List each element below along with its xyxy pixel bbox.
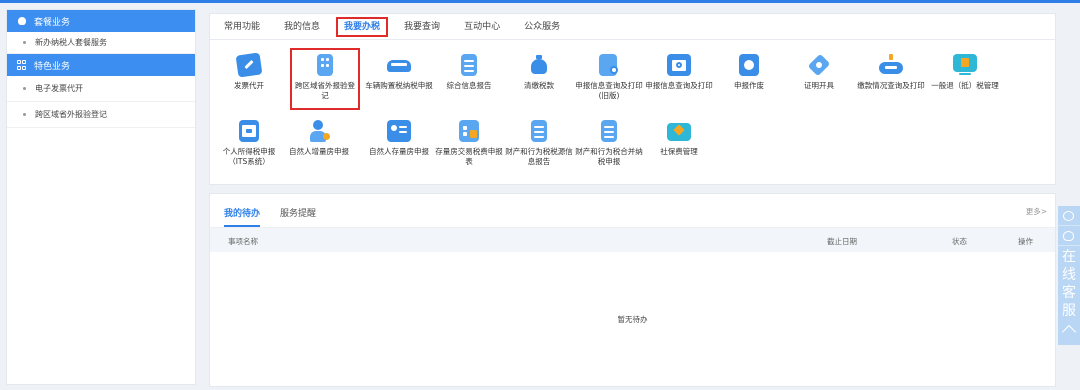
func-invoice-issue[interactable]: 发票代开: [214, 52, 284, 91]
todo-table-header: 事项名称 截止日期 状态 操作: [210, 228, 1055, 252]
sidebar-item-e-invoice[interactable]: 电子发票代开: [7, 76, 195, 102]
report-search-icon: [597, 54, 621, 76]
func-label: 发票代开: [234, 81, 264, 90]
back-to-top-icon[interactable]: [1058, 320, 1080, 338]
main-tabs: 常用功能 我的信息 我要办税 我要查询 互动中心 公众服务: [210, 14, 1055, 40]
func-social-security[interactable]: 社保费管理: [644, 120, 714, 157]
func-payment-query[interactable]: 缴款情况查询及打印: [856, 54, 926, 91]
func-label: 证明开具: [804, 81, 834, 90]
func-property-source[interactable]: 财产和行为税税源信息报告: [504, 120, 574, 167]
cancel-icon: [737, 54, 761, 76]
func-report-cancel[interactable]: 申报作废: [714, 54, 784, 91]
func-label: 跨区域省外报验登记: [295, 81, 355, 100]
todo-tabs: 我的待办 服务提醒 更多>: [210, 194, 1055, 228]
column-header-deadline: 截止日期: [827, 237, 857, 246]
func-label: 财产和行为税合并纳税申报: [575, 147, 643, 166]
func-info-report[interactable]: 综合信息报告: [434, 54, 504, 91]
sidebar-header-special[interactable]: 特色业务: [7, 54, 195, 76]
func-label: 一般退（抵）税管理: [931, 81, 999, 90]
social-security-icon: [667, 120, 691, 142]
todo-panel: 我的待办 服务提醒 更多> 事项名称 截止日期 状态 操作 暂无待办: [209, 193, 1056, 387]
func-label: 申报作废: [734, 81, 764, 90]
func-label: 存量房交易税费申报表: [435, 147, 503, 166]
column-header-status: 状态: [952, 237, 967, 246]
sidebar-item-label: 电子发票代开: [35, 84, 83, 93]
house-tax-icon: [457, 120, 481, 142]
func-label: 车辆购置税纳税申报: [365, 81, 433, 90]
print-search-icon: [667, 54, 691, 76]
func-certificate[interactable]: 证明开具: [784, 53, 854, 91]
tab-my-info[interactable]: 我的信息: [284, 14, 320, 40]
empty-state-text: 暂无待办: [617, 315, 648, 324]
func-incremental-house[interactable]: 自然人增量房申报: [284, 120, 354, 157]
tab-my-todo[interactable]: 我的待办: [224, 206, 261, 227]
sidebar-header-label: 套餐业务: [34, 17, 71, 28]
tab-common[interactable]: 常用功能: [224, 14, 260, 40]
func-label: 综合信息报告: [446, 81, 492, 90]
bullet-icon: [23, 113, 26, 116]
tab-public-service[interactable]: 公众服务: [524, 14, 560, 40]
refund-icon: [953, 54, 977, 76]
func-label: 申报信息查询及打印: [645, 81, 713, 90]
func-label: 财产和行为税税源信息报告: [505, 147, 573, 166]
column-header-name: 事项名称: [228, 237, 258, 246]
func-refund-management[interactable]: 一般退（抵）税管理: [930, 54, 1000, 91]
func-cross-region-registration[interactable]: 跨区域省外报验登记: [290, 48, 360, 110]
function-panel: 常用功能 我的信息 我要办税 我要查询 互动中心 公众服务 发票代开 跨区域省外…: [209, 13, 1056, 185]
grid-icon: [17, 60, 27, 70]
chat-icon[interactable]: [1058, 206, 1080, 226]
sidebar-header-package[interactable]: 套餐业务: [7, 10, 195, 32]
func-label: 申报信息查询及打印(旧版): [575, 81, 643, 100]
func-label: 清缴税款: [524, 81, 554, 90]
tab-interaction[interactable]: 互动中心: [464, 14, 500, 40]
tax-icon: [237, 120, 261, 142]
payment-query-icon: [879, 54, 903, 76]
func-report-query[interactable]: 申报信息查询及打印: [644, 54, 714, 91]
online-service-text: 在线客服: [1062, 249, 1076, 319]
func-stock-house[interactable]: 自然人存量房申报: [364, 120, 434, 157]
func-its-declaration[interactable]: 个人所得税申报（ITS系统）: [214, 120, 284, 167]
func-label: 自然人存量房申报: [369, 147, 429, 156]
func-label: 社保费管理: [660, 147, 698, 156]
layers-icon: [17, 16, 27, 26]
sidebar-item-cross-region[interactable]: 跨区域省外报验登记: [7, 102, 195, 128]
func-tax-payment[interactable]: 清缴税款: [504, 54, 574, 91]
online-service-label[interactable]: 在线客服: [1058, 246, 1080, 320]
tab-tax-handling[interactable]: 我要办税: [336, 16, 389, 37]
property-source-icon: [527, 120, 551, 142]
more-link[interactable]: 更多>: [1026, 206, 1047, 217]
tab-service-reminder[interactable]: 服务提醒: [280, 206, 316, 227]
func-label: 缴款情况查询及打印: [857, 81, 925, 90]
func-vehicle-tax[interactable]: 车辆购置税纳税申报: [364, 54, 434, 91]
sidebar-item-label: 跨区域省外报验登记: [35, 110, 107, 119]
property-merge-icon: [597, 120, 621, 142]
func-report-query-old[interactable]: 申报信息查询及打印(旧版): [574, 54, 644, 101]
sidebar-item-new-taxpayer[interactable]: 新办纳税人套餐服务: [7, 32, 195, 54]
func-label: 自然人增量房申报: [289, 147, 349, 156]
func-house-transaction[interactable]: 存量房交易税费申报表: [434, 120, 504, 167]
sidebar: 套餐业务 新办纳税人套餐服务 特色业务 电子发票代开 跨区域省外报验登记: [6, 9, 196, 385]
building-icon: [313, 54, 337, 76]
sidebar-item-label: 新办纳税人套餐服务: [35, 38, 107, 47]
func-label: 个人所得税申报（ITS系统）: [222, 147, 276, 166]
online-service-bar[interactable]: 在线客服: [1058, 206, 1080, 345]
bullet-icon: [23, 41, 26, 44]
sidebar-header-label: 特色业务: [34, 61, 71, 72]
bullet-icon: [23, 87, 26, 90]
car-icon: [387, 54, 411, 76]
tab-query[interactable]: 我要查询: [404, 14, 440, 40]
column-header-action: 操作: [1018, 237, 1033, 246]
person-card-icon: [387, 120, 411, 142]
func-property-merge[interactable]: 财产和行为税合并纳税申报: [574, 120, 644, 167]
document-icon: [457, 54, 481, 76]
certificate-icon: [807, 53, 831, 77]
person-add-icon: [307, 120, 331, 142]
top-accent-line: [0, 0, 1080, 3]
money-bag-icon: [527, 54, 551, 76]
edit-icon: [235, 52, 263, 78]
weibo-icon[interactable]: [1058, 226, 1080, 246]
